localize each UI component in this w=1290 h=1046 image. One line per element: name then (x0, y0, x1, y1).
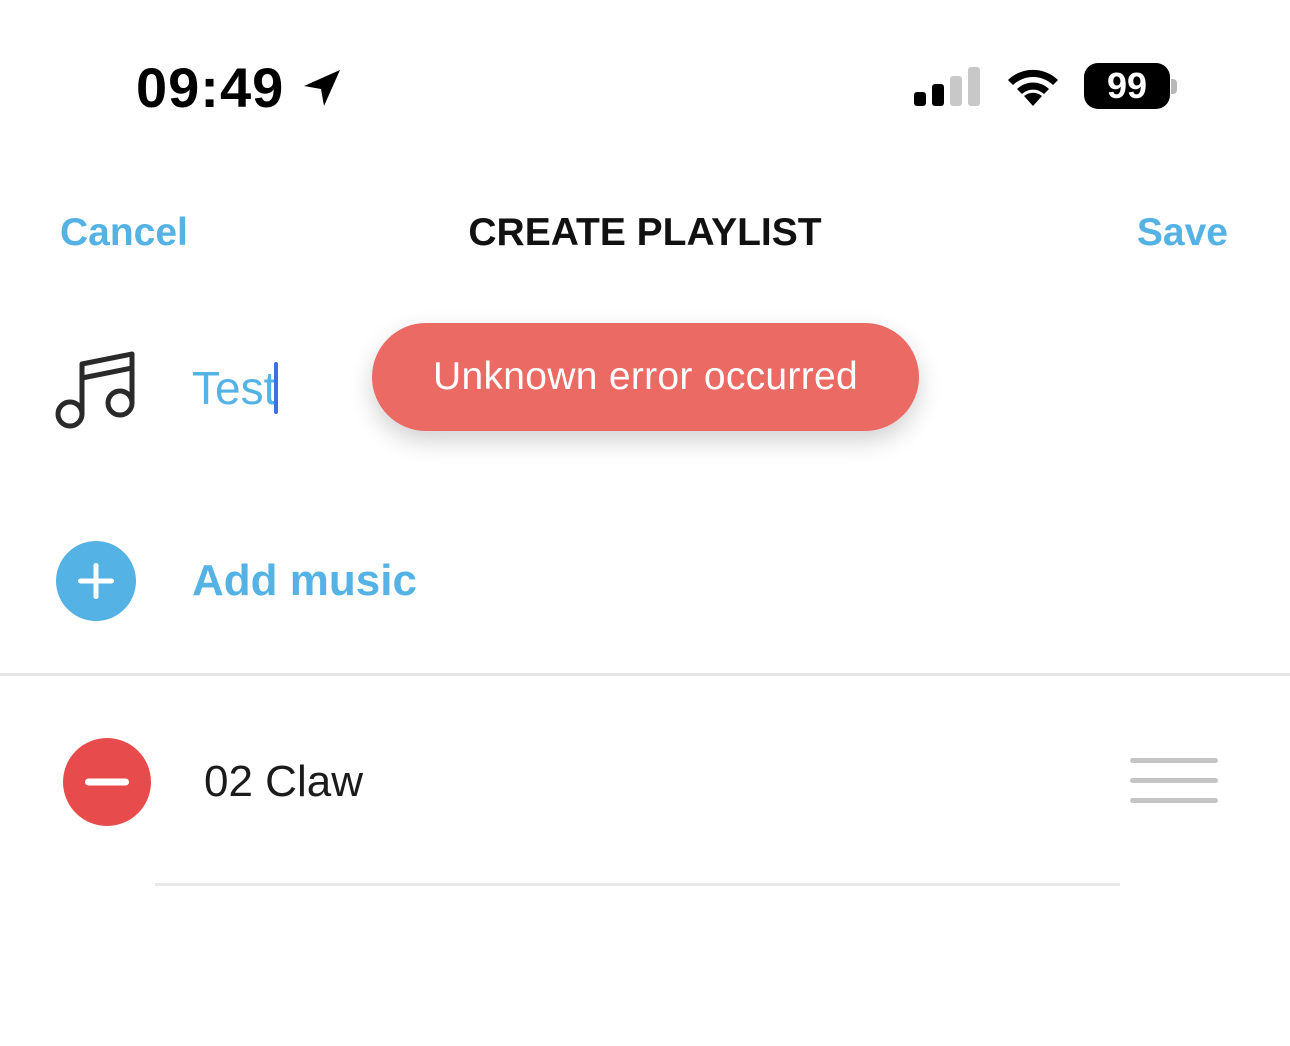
section-divider (0, 673, 1290, 676)
battery-cap (1171, 79, 1177, 94)
status-bar: 09:49 99 (0, 0, 1290, 170)
music-note-icon (55, 351, 135, 429)
row-divider (155, 883, 1120, 886)
track-title: 02 Claw (204, 757, 363, 806)
drag-handle-icon[interactable] (1130, 758, 1220, 808)
page-title: CREATE PLAYLIST (468, 211, 822, 254)
playlist-name-value: Test (192, 362, 277, 414)
status-time: 09:49 (136, 56, 285, 119)
track-row: 02 Claw (0, 730, 1290, 840)
text-caret (274, 362, 279, 414)
drag-handle-line (1130, 798, 1218, 803)
location-arrow-icon (304, 70, 340, 106)
save-button[interactable]: Save (1137, 210, 1228, 256)
drag-handle-line (1130, 778, 1218, 783)
cellular-signal-icon (914, 67, 980, 106)
battery-level: 99 (1106, 65, 1148, 106)
wifi-icon (1008, 69, 1058, 106)
drag-handle-line (1130, 758, 1218, 763)
error-toast-message: Unknown error occurred (433, 355, 858, 398)
add-music-label: Add music (192, 556, 417, 605)
plus-circle-icon (56, 541, 136, 621)
minus-circle-icon[interactable] (63, 738, 151, 826)
error-toast: Unknown error occurred (372, 323, 919, 431)
battery-icon: 99 (1084, 63, 1170, 109)
add-music-button[interactable]: Add music (0, 530, 1290, 640)
